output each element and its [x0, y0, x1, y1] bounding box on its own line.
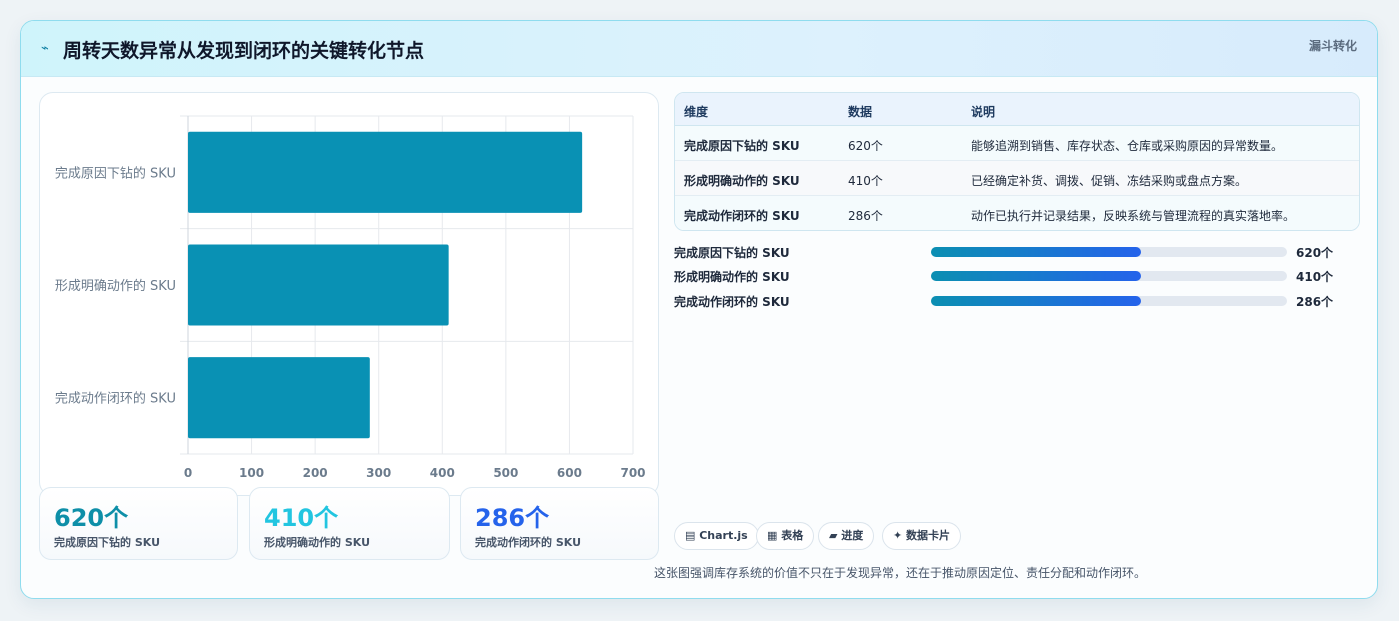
- table-cell: 620个: [848, 139, 883, 153]
- chip-progress[interactable]: ▰ 进度: [818, 522, 875, 550]
- bar-chart: 完成原因下钻的 SKU 形成明确动作的 SKU 完成动作闭环的 SKU 0 100 200…: [55, 115, 646, 480]
- progress-value: 620个: [1296, 246, 1334, 260]
- progress-value: 286个: [1296, 295, 1334, 309]
- stat-value: 286个: [475, 504, 550, 532]
- progress-track: [931, 296, 1287, 306]
- chip-data-cards[interactable]: ✦ 数据卡片: [882, 522, 962, 550]
- bar: [188, 131, 583, 213]
- stat-value: 620个: [54, 504, 129, 532]
- page-title: 周转天数异常从发现到闭环的关键转化节点: [63, 40, 425, 62]
- stat-card-drilldown: 620个 完成原因下钻的 SKU: [39, 487, 238, 560]
- stat-card-closed: 286个 完成动作闭环的 SKU: [460, 487, 659, 560]
- table-row: 完成原因下钻的 SKU 620个 能够追溯到销售、库存状态、仓库或采购原因的异常…: [675, 126, 1359, 161]
- category-label: 形成明确动作的 SKU: [55, 278, 176, 294]
- table-cell: 完成动作闭环的 SKU: [684, 209, 800, 223]
- x-tick-label: 600: [557, 466, 582, 480]
- card-header: ⌁ 周转天数异常从发现到闭环的关键转化节点 漏斗转化: [21, 21, 1377, 77]
- chart-line-icon: ⌁: [41, 41, 49, 56]
- x-tick-label: 300: [366, 466, 391, 480]
- table-cell: 形成明确动作的 SKU: [684, 174, 800, 188]
- table-cell: 动作已执行并记录结果，反映系统与管理流程的真实落地率。: [971, 209, 1296, 223]
- progress-fill: [931, 271, 1142, 281]
- progress-row: 完成原因下钻的 SKU 620个: [674, 242, 1360, 260]
- x-tick-label: 400: [430, 466, 455, 480]
- stat-label: 形成明确动作的 SKU: [264, 536, 371, 549]
- progress-row: 形成明确动作的 SKU 410个: [674, 266, 1360, 284]
- category-label: 完成原因下钻的 SKU: [55, 165, 176, 181]
- table-row: 形成明确动作的 SKU 410个 已经确定补货、调拨、促销、冻结采购或盘点方案。: [675, 161, 1359, 196]
- x-tick-label: 500: [493, 466, 518, 480]
- x-tick-label: 700: [620, 466, 645, 480]
- stat-label: 完成动作闭环的 SKU: [475, 536, 582, 549]
- stat-card-action: 410个 形成明确动作的 SKU: [249, 487, 450, 560]
- progress-label: 完成动作闭环的 SKU: [674, 295, 790, 309]
- table-cell: 410个: [848, 174, 883, 188]
- table-header-cell: 数据: [848, 105, 873, 119]
- progress-fill: [931, 296, 1142, 306]
- bar: [188, 244, 449, 326]
- progress-track: [931, 271, 1287, 281]
- table-cell: 完成原因下钻的 SKU: [684, 139, 800, 153]
- chip-chartjs[interactable]: ▤ Chart.js: [674, 522, 759, 550]
- table-cell: 已经确定补货、调拨、促销、冻结采购或盘点方案。: [971, 174, 1248, 188]
- stat-value: 410个: [264, 504, 339, 532]
- x-tick-label: 0: [184, 466, 192, 480]
- progress-fill: [931, 247, 1142, 257]
- progress-row: 完成动作闭环的 SKU 286个: [674, 291, 1360, 309]
- progress-label: 完成原因下钻的 SKU: [674, 246, 790, 260]
- table-header-cell: 维度: [684, 105, 709, 119]
- progress-value: 410个: [1296, 270, 1334, 284]
- bar-chart-panel: 完成原因下钻的 SKU 形成明确动作的 SKU 完成动作闭环的 SKU 0 100 200…: [39, 92, 659, 496]
- progress-track: [931, 247, 1287, 257]
- x-tick-label: 200: [303, 466, 328, 480]
- footnote: 这张图强调库存系统的价值不只在于发现异常，还在于推动原因定位、责任分配和动作闭环…: [654, 566, 1147, 580]
- table-row: 完成动作闭环的 SKU 286个 动作已执行并记录结果，反映系统与管理流程的真实…: [675, 196, 1359, 230]
- bar: [188, 357, 370, 439]
- header-tag: 漏斗转化: [1308, 39, 1357, 53]
- table-cell: 能够追溯到销售、库存状态、仓库或采购原因的异常数量。: [971, 139, 1284, 153]
- data-table: 维度 数据 说明 完成原因下钻的 SKU 620个 能够追溯到销售、库存状态、仓…: [674, 92, 1360, 231]
- x-tick-label: 100: [239, 466, 264, 480]
- stat-label: 完成原因下钻的 SKU: [54, 536, 161, 549]
- table-header-cell: 说明: [971, 105, 996, 119]
- category-label: 完成动作闭环的 SKU: [55, 391, 176, 407]
- progress-label: 形成明确动作的 SKU: [674, 270, 790, 284]
- table-cell: 286个: [848, 209, 883, 223]
- table-header-row: 维度 数据 说明: [675, 93, 1359, 126]
- chip-table[interactable]: ▦ 表格: [756, 522, 815, 550]
